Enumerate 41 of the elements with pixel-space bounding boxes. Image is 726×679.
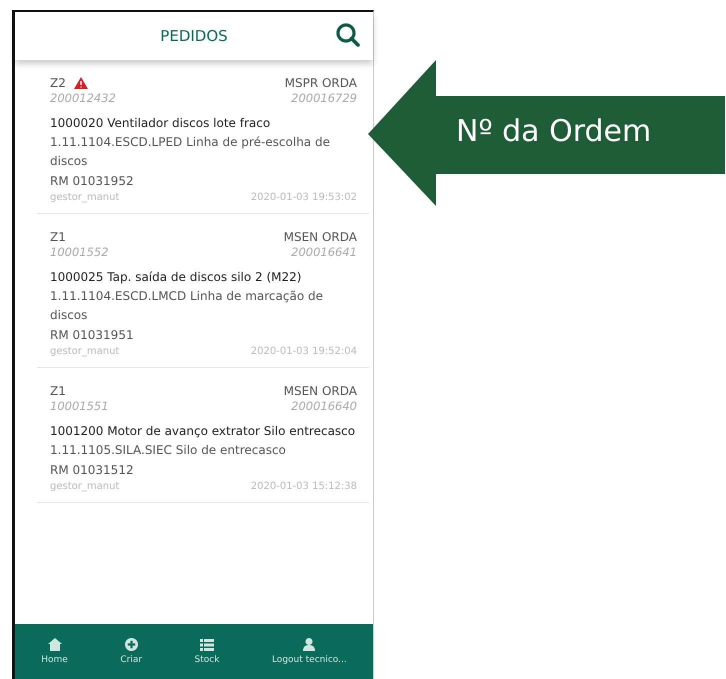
notification-number: 200012432 [50,91,116,105]
date-time: 2020-01-03 19:52:04 [250,346,357,357]
nav-button[interactable]: Criar [118,636,144,667]
nav-button[interactable]: Stock [192,636,222,666]
order-card[interactable]: Z1 MSEN ORDA 10001551 200016640 1001200 Motor de avanço extrator Silo entrecasco 1.11.1105.SILA.SIEC Silo de entrecasco RM 01031512 gestor_manut 2020-01-03 15:12:38 [37,368,369,503]
order-card[interactable]: Z1 MSEN ORDA 10001552 200016641 1000025 Tap. saída de discos silo 2 (M22) 1.11.1104.ESCD.LMCD Linha de marcação de discos RM 01031951 gestor_manut 2020-01-03 19:52:04 [37,214,369,368]
rm-number: RM 01031951 [50,327,135,344]
date-time: 2020-01-03 19:53:02 [250,192,357,203]
page-title: PEDIDOS [160,27,228,45]
priority: Z1 [50,384,66,398]
order-type: MSEN ORDA [284,230,357,244]
equipment-name: 1000020 Ventilador discos lote fraco [50,115,272,132]
location-text: 1.11.1105.SILA.SIEC Silo de entrecasco [50,442,287,459]
notification-number: 10001551 [50,399,109,413]
rm-number: RM 01031512 [50,462,135,479]
user-name: gestor_manut [50,346,120,357]
nav-button[interactable]: Logout tecnico... [270,636,349,667]
nav-button[interactable]: Home [39,636,70,667]
notification-number: 10001552 [50,245,109,259]
search-button[interactable] [335,22,361,48]
list-icon [200,638,214,650]
rm-number: RM 01031952 [50,173,135,190]
location-text: 1.11.1104.ESCD.LMCD Linha de marcação de discos [50,288,324,324]
user-name: gestor_manut [50,481,120,492]
order-card[interactable]: Z2 MSPR ORDA 200012432 200016729 1000020 Ventilador discos lote fraco 1.11.1104.ESCD.LPED Linha de pré-escolha de discos RM 01031952 gestor_manut 2020-01-03 19:53:02 [37,60,369,214]
equipment-name: 1000025 Tap. saída de discos silo 2 (M22) [50,269,302,286]
user-name: gestor_manut [50,192,120,203]
order-number: 200016640 [291,399,357,413]
date-time: 2020-01-03 15:12:38 [250,481,357,492]
order-type: MSPR ORDA [284,76,357,90]
plus-circle-icon [124,638,138,651]
user-icon [303,638,316,651]
order-type: MSEN ORDA [284,384,357,398]
location-text: 1.11.1104.ESCD.LPED Linha de pré-escolha de discos [50,134,331,170]
priority: Z2 [50,76,66,90]
order-number: 200016729 [291,91,357,105]
order-number: 200016641 [291,245,357,259]
equipment-name: 1001200 Motor de avanço extrator Silo entrecasco [50,423,356,440]
priority: Z1 [50,230,66,244]
callout-label: Nº da Ordem [456,114,652,149]
house-icon [48,638,62,651]
